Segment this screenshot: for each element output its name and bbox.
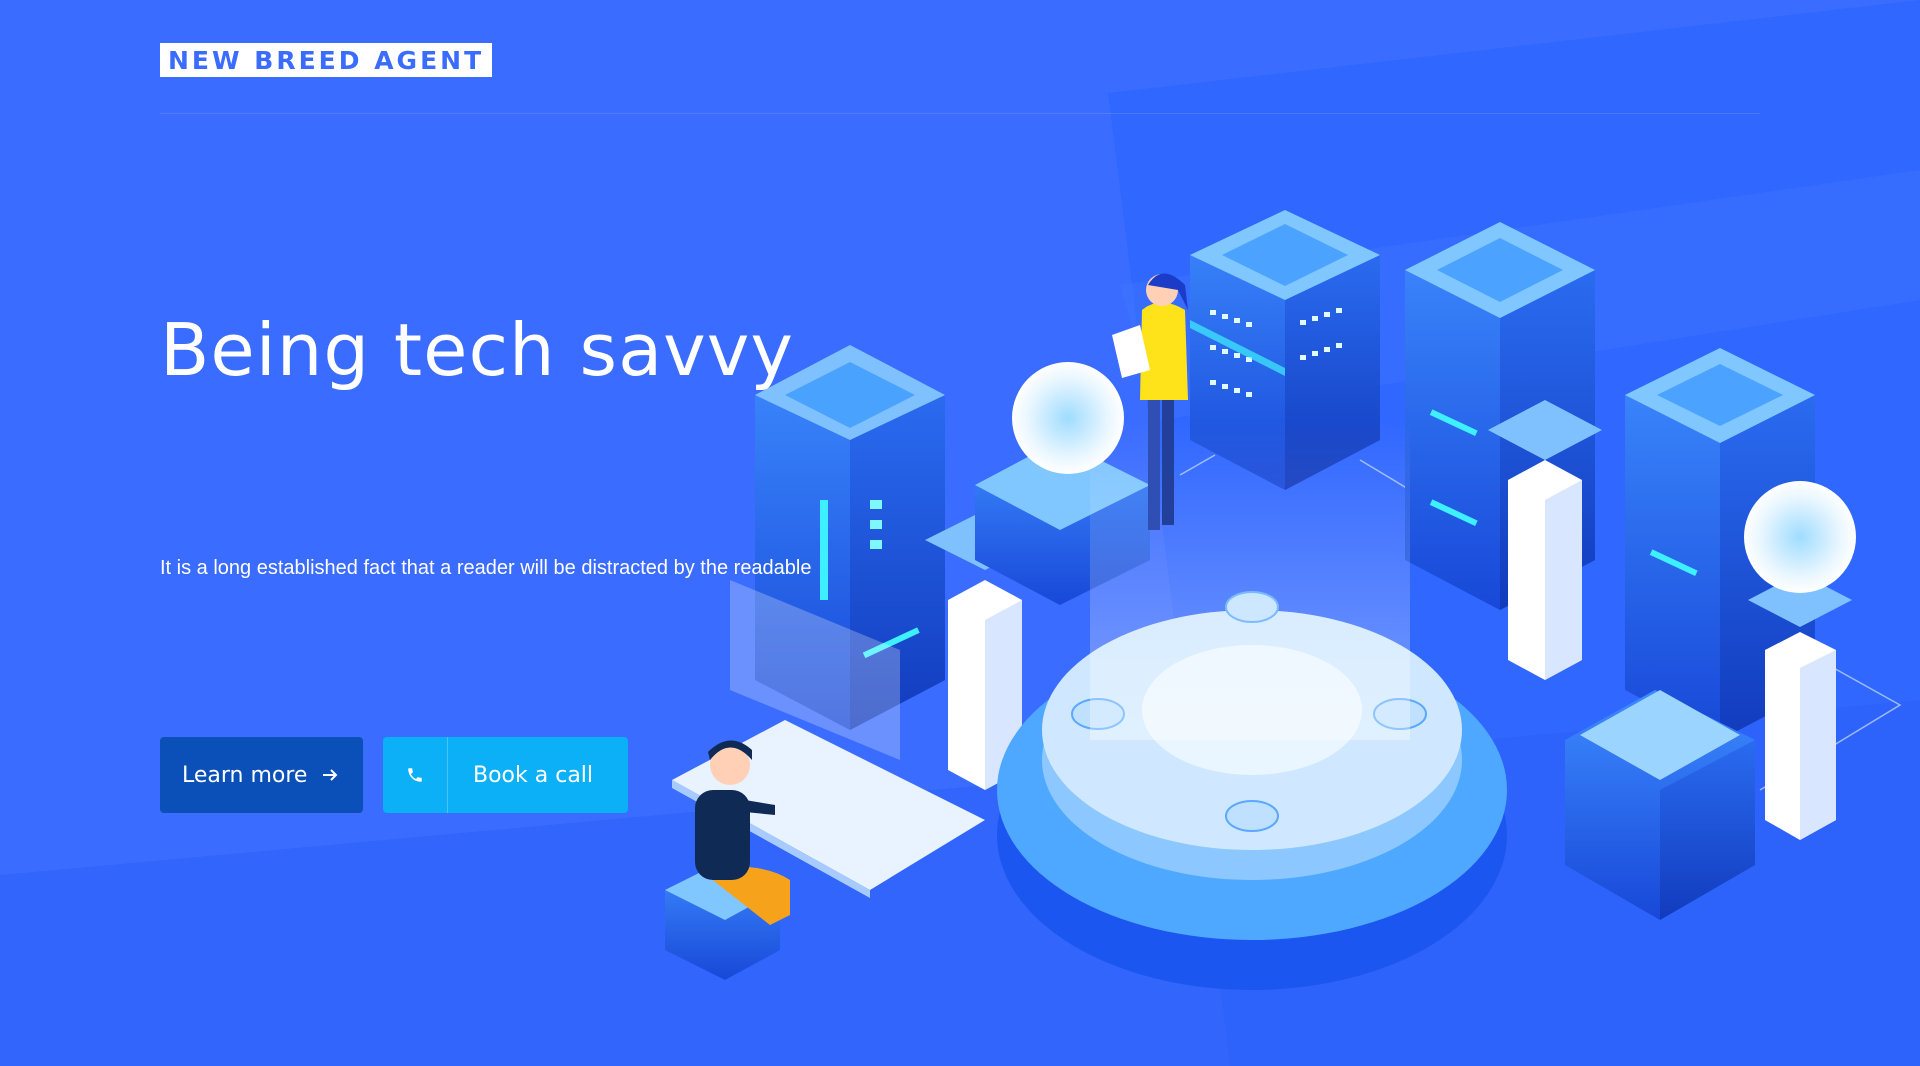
book-call-button[interactable]: Book a call (383, 737, 628, 813)
hero-title: Being tech savvy (160, 308, 795, 392)
hero-illustration (665, 210, 1902, 990)
arrow-right-icon (321, 767, 339, 783)
learn-more-button[interactable]: Learn more (160, 737, 363, 813)
phone-icon (383, 737, 448, 813)
hero-description: It is a long established fact that a rea… (160, 557, 812, 579)
book-call-label: Book a call (473, 762, 594, 788)
glow-orb-right (1744, 481, 1856, 593)
learn-more-label: Learn more (182, 762, 308, 788)
